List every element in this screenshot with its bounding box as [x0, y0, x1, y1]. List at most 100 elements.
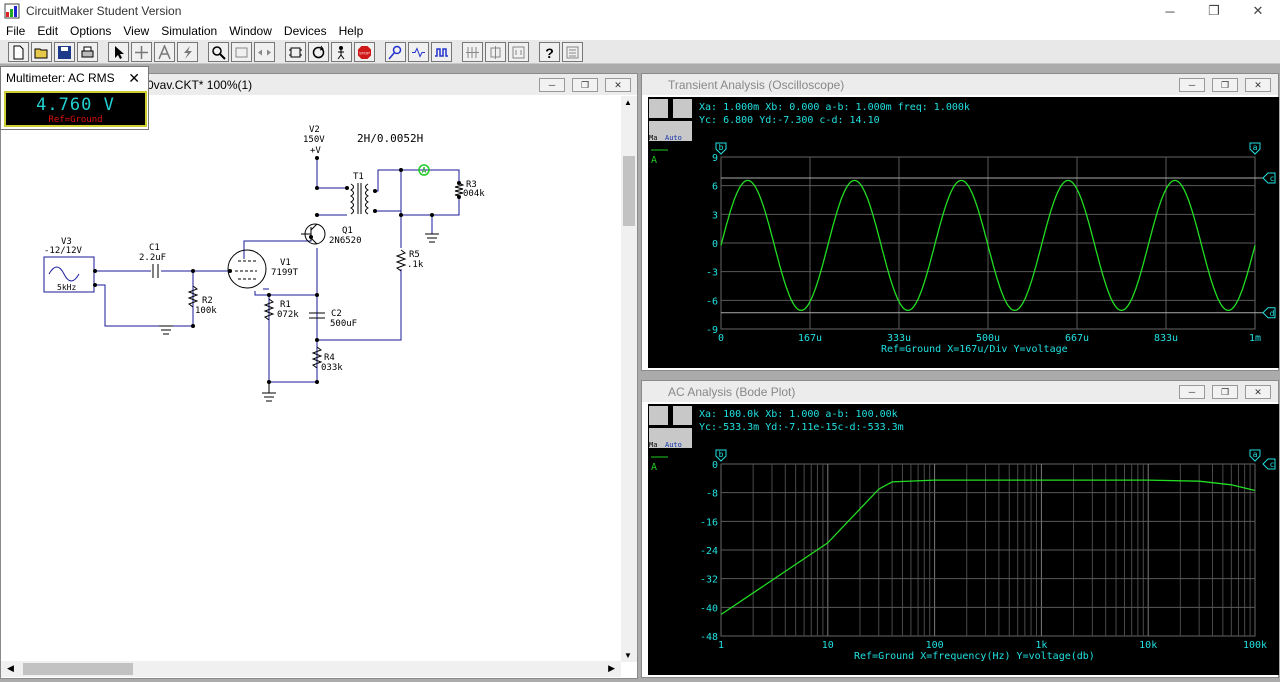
zoom-fit-button[interactable] [231, 42, 252, 62]
waveform-button[interactable] [431, 42, 452, 62]
svg-text:?: ? [545, 45, 554, 60]
open-folder-icon [34, 48, 48, 58]
v2-name: V2 [309, 125, 320, 135]
schematic-horizontal-scrollbar[interactable]: ◀ ▶ [1, 661, 621, 677]
bode-reset-tool[interactable] [673, 406, 692, 425]
transient-auto-button[interactable]: Auto [665, 134, 682, 142]
bode-auto-button[interactable]: Auto [665, 441, 682, 449]
bus-button[interactable] [508, 42, 529, 62]
new-button[interactable] [8, 42, 29, 62]
scroll-right-icon[interactable]: ▶ [608, 663, 615, 674]
text-tool-button[interactable] [154, 42, 175, 62]
stop-button[interactable]: STOP [354, 42, 375, 62]
place-device-button[interactable] [462, 42, 483, 62]
printer-icon [81, 46, 94, 57]
bode-x-tick: 10k [1139, 640, 1157, 651]
schematic-canvas[interactable]: A V2 150V +V 2H/0.0052H T1 R3 004k Q1 2N… [1, 96, 621, 661]
transient-reset-tool[interactable] [673, 99, 692, 118]
r4-value: 033k [321, 363, 343, 373]
transient-cursor-c-label: c [1270, 174, 1275, 183]
bode-cursor-tool[interactable] [649, 406, 668, 425]
transient-restore-button[interactable]: ❐ [1212, 78, 1238, 92]
menu-window[interactable]: Window [223, 24, 278, 38]
transient-trace-label: A [651, 155, 657, 166]
horizontal-scroll-thumb[interactable] [23, 663, 133, 675]
minimize-button[interactable]: ─ [1148, 0, 1192, 22]
wire-tool-button[interactable] [131, 42, 152, 62]
schematic-minimize-button[interactable]: ─ [539, 78, 565, 92]
r1-name: R1 [280, 300, 291, 310]
arrow-tool-button[interactable] [108, 42, 129, 62]
bode-readout-2: Yc:-533.3m Yd:-7.11e-15c-d:-533.3m [699, 422, 904, 433]
scroll-up-icon[interactable]: ▲ [624, 98, 632, 107]
stop-sign-icon: STOP [358, 45, 371, 59]
multimeter-close-icon[interactable]: ✕ [128, 70, 140, 87]
vertical-scroll-thumb[interactable] [623, 156, 635, 226]
transient-cursor-d-label: d [1270, 309, 1275, 318]
c2-name: C2 [331, 309, 342, 319]
help-button[interactable]: ? [539, 42, 560, 62]
device-info-button[interactable] [562, 42, 583, 62]
bode-restore-button[interactable]: ❐ [1212, 385, 1238, 399]
transient-minimize-button[interactable]: ─ [1179, 78, 1205, 92]
r5-value: .1k [407, 260, 424, 270]
menu-view[interactable]: View [117, 24, 155, 38]
macro-button[interactable] [485, 42, 506, 62]
schematic-close-button[interactable]: ✕ [605, 78, 631, 92]
trace-button[interactable] [408, 42, 429, 62]
bode-close-button[interactable]: ✕ [1245, 385, 1271, 399]
new-file-icon [13, 45, 24, 59]
step-button[interactable] [331, 42, 352, 62]
t1-name: T1 [353, 172, 364, 182]
r3-value: 004k [463, 189, 485, 199]
open-button[interactable] [31, 42, 52, 62]
v1-name: V1 [280, 258, 291, 268]
scroll-left-icon[interactable]: ◀ [7, 663, 14, 674]
transient-cursor-tool[interactable] [649, 99, 668, 118]
close-button[interactable]: ✕ [1236, 0, 1280, 22]
q1-name: Q1 [342, 226, 353, 236]
transient-x-tick: 333u [887, 333, 911, 344]
restore-button[interactable]: ❐ [1192, 0, 1236, 22]
print-button[interactable] [77, 42, 98, 62]
transient-close-button[interactable]: ✕ [1245, 78, 1271, 92]
lightning-icon [184, 45, 192, 59]
pan-arrows-icon [258, 49, 271, 55]
save-button[interactable] [54, 42, 75, 62]
zoom-area-icon [235, 47, 248, 57]
bode-readout-1: Xa: 100.0k Xb: 1.000 a-b: 100.00k [699, 409, 898, 420]
v2-value: 150V [303, 135, 325, 145]
device-grid-icon [466, 46, 479, 58]
bode-plot[interactable]: Ma Auto Xa: 100.0k Xb: 1.000 a-b: 100.00… [648, 404, 1279, 675]
delete-tool-button[interactable] [177, 42, 198, 62]
pan-button[interactable] [254, 42, 275, 62]
menu-file[interactable]: File [0, 24, 31, 38]
reset-button[interactable] [308, 42, 329, 62]
menu-simulation[interactable]: Simulation [155, 24, 223, 38]
close-icon: ✕ [1252, 3, 1264, 18]
menu-edit[interactable]: Edit [31, 24, 64, 38]
menu-devices[interactable]: Devices [278, 24, 333, 38]
schematic-restore-button[interactable]: ❐ [572, 78, 598, 92]
scroll-down-icon[interactable]: ▼ [624, 651, 632, 660]
transient-scope: Ma Auto Xa: 1.000m Xb: 0.000 a-b: 1.000m… [648, 97, 1279, 368]
menu-help[interactable]: Help [333, 24, 370, 38]
arrow-pointer-icon [115, 45, 124, 59]
transient-y-tick: 0 [712, 239, 718, 250]
bode-scope: Ma Auto Xa: 100.0k Xb: 1.000 a-b: 100.00… [648, 404, 1279, 675]
menu-options[interactable]: Options [64, 24, 117, 38]
bode-x-tick: 10 [822, 640, 834, 651]
minimize-icon: ─ [1165, 3, 1175, 19]
transient-plot[interactable]: Ma Auto Xa: 1.000m Xb: 0.000 a-b: 1.000m… [648, 97, 1279, 368]
v3-value: -12/12V [44, 246, 83, 256]
text-a-icon [158, 44, 171, 59]
bode-minimize-button[interactable]: ─ [1179, 385, 1205, 399]
zoom-button[interactable] [208, 42, 229, 62]
bode-title: AC Analysis (Bode Plot) [668, 384, 796, 399]
digital-mode-button[interactable] [285, 42, 306, 62]
bus-bracket-icon [512, 46, 525, 58]
probe-button[interactable] [385, 42, 406, 62]
toolbar: STOP ? [0, 40, 1280, 64]
title-bar: CircuitMaker Student Version [0, 0, 1280, 22]
schematic-vertical-scrollbar[interactable]: ▲ ▼ [621, 96, 637, 662]
